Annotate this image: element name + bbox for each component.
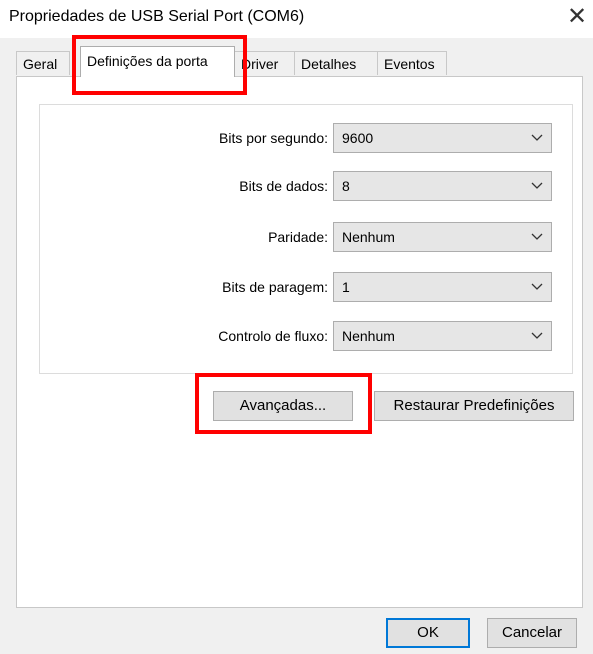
chevron-down-icon	[531, 182, 543, 189]
paridade-select[interactable]: Nenhum	[333, 222, 552, 252]
bits-de-dados-value: 8	[342, 178, 350, 194]
restore-defaults-button[interactable]: Restaurar Predefinições	[374, 391, 574, 421]
bits-por-segundo-label: Bits por segundo:	[219, 130, 328, 146]
bits-por-segundo-select[interactable]: 9600	[333, 123, 552, 153]
tab-detalhes[interactable]: Detalhes	[294, 51, 378, 75]
chevron-down-icon	[531, 233, 543, 240]
bits-de-paragem-select[interactable]: 1	[333, 272, 552, 302]
bits-de-paragem-label: Bits de paragem:	[222, 279, 328, 295]
chevron-down-icon	[531, 134, 543, 141]
tab-eventos[interactable]: Eventos	[377, 51, 447, 75]
tab-driver[interactable]: Driver	[234, 51, 295, 75]
close-icon[interactable]: ✕	[562, 2, 592, 32]
ok-button[interactable]: OK	[386, 618, 470, 648]
controlo-de-fluxo-value: Nenhum	[342, 328, 395, 344]
chevron-down-icon	[531, 332, 543, 339]
bits-de-dados-label: Bits de dados:	[239, 178, 328, 194]
bits-de-paragem-value: 1	[342, 279, 350, 295]
paridade-label: Paridade:	[268, 229, 328, 245]
chevron-down-icon	[531, 283, 543, 290]
paridade-value: Nenhum	[342, 229, 395, 245]
advanced-button[interactable]: Avançadas...	[213, 391, 353, 421]
bits-de-dados-select[interactable]: 8	[333, 171, 552, 201]
bits-por-segundo-value: 9600	[342, 130, 374, 146]
controlo-de-fluxo-select[interactable]: Nenhum	[333, 321, 552, 351]
controlo-de-fluxo-label: Controlo de fluxo:	[218, 328, 328, 344]
cancel-button[interactable]: Cancelar	[487, 618, 577, 648]
dialog-title: Propriedades de USB Serial Port (COM6)	[9, 8, 305, 25]
tab-geral[interactable]: Geral	[16, 51, 70, 75]
tab-definicoes-da-porta[interactable]: Definições da porta	[80, 46, 235, 77]
